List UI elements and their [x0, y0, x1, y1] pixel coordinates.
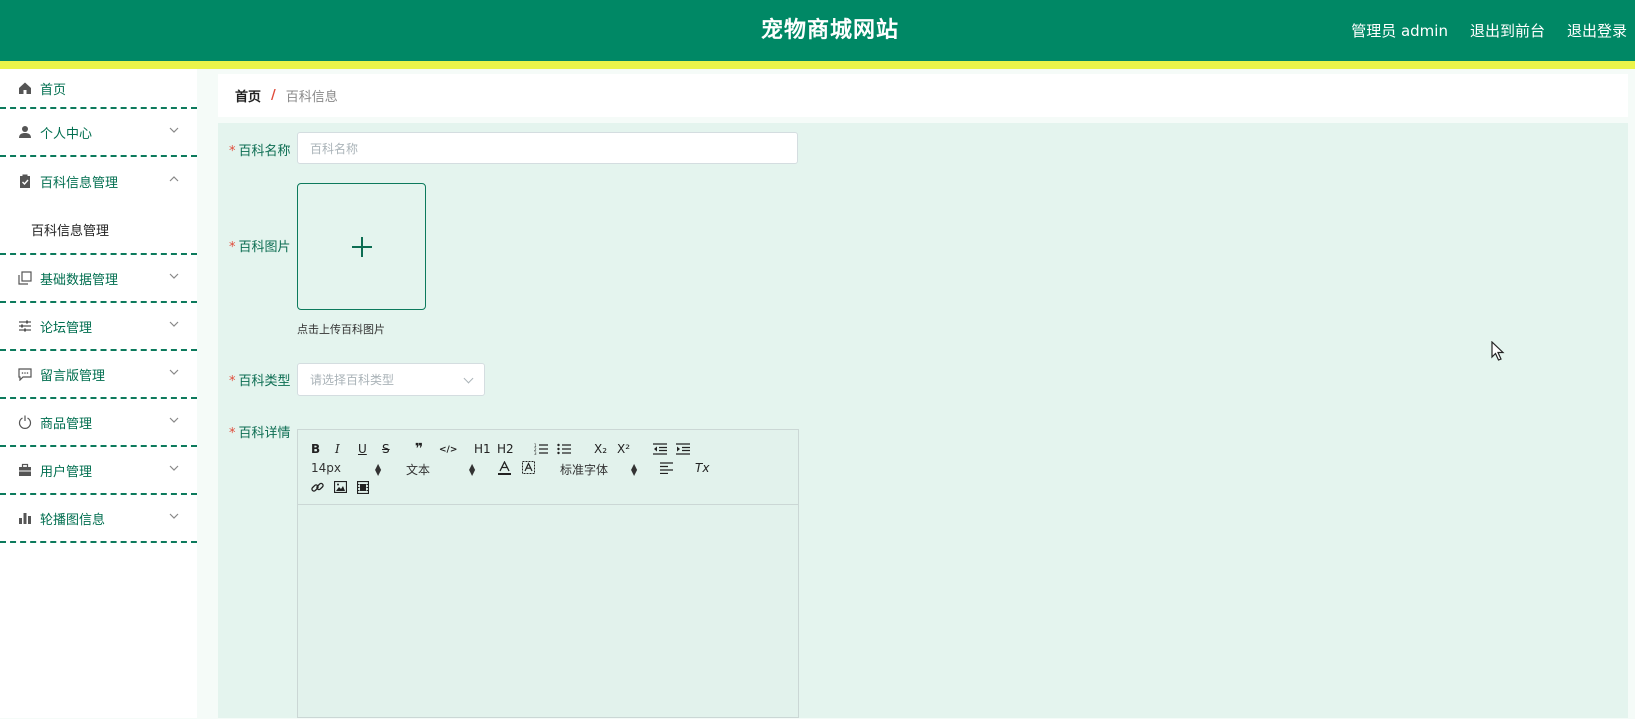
chevron-down-icon	[169, 367, 179, 380]
rich-text-editor: B I U S ❞ </> H1 H2 123 X₂ X² 14px ▲ ▼ 文…	[297, 429, 799, 718]
sidebar: 首页 个人中心 百科信息管理 百科信息管理 基础数据管理 论坛管理 留言版管理 …	[0, 69, 197, 718]
chevron-down-icon	[169, 319, 179, 332]
select-arrows-icon: ▲ ▼	[631, 462, 638, 477]
indent-icon[interactable]	[676, 443, 690, 458]
font-family-select[interactable]: 标准字体 ▲ ▼	[560, 461, 637, 478]
breadcrumb-separator: /	[271, 88, 276, 103]
sidebar-item-label: 个人中心	[40, 126, 93, 142]
italic-button[interactable]: I	[335, 442, 340, 456]
breadcrumb-home[interactable]: 首页	[235, 86, 261, 105]
select-arrows-icon: ▲ ▼	[375, 462, 382, 477]
link-icon[interactable]	[311, 481, 324, 497]
header-accent-stripe	[0, 61, 1635, 69]
image-upload-button[interactable]	[297, 183, 426, 310]
briefcase-icon	[18, 463, 32, 477]
strike-button[interactable]: S	[382, 442, 390, 456]
name-input[interactable]: 百科名称	[297, 132, 798, 164]
editor-content-area[interactable]	[298, 505, 798, 719]
required-mark: *	[229, 144, 236, 159]
sidebar-item-label: 首页	[40, 82, 67, 98]
sidebar-item-label: 基础数据管理	[40, 272, 119, 288]
sidebar-item-label: 留言版管理	[40, 368, 106, 384]
image-label: * 百科图片	[229, 240, 291, 255]
sidebar-subitem-encyclopedia-management[interactable]: 百科信息管理	[0, 205, 197, 255]
sliders-icon	[18, 319, 32, 333]
ordered-list-icon[interactable]: 123	[534, 443, 548, 458]
user-icon	[18, 125, 32, 139]
top-links: 管理员 admin 退出到前台 退出登录	[1351, 0, 1627, 61]
image-upload-hint: 点击上传百科图片	[297, 323, 385, 336]
exit-to-frontend-link[interactable]: 退出到前台	[1470, 20, 1545, 41]
header2-button[interactable]: H2	[497, 442, 514, 456]
sidebar-item-label: 轮播图信息	[40, 512, 106, 528]
bar-chart-icon	[18, 511, 32, 525]
required-mark: *	[229, 426, 236, 441]
sidebar-item-forum[interactable]: 论坛管理	[0, 303, 197, 351]
sidebar-item-products[interactable]: 商品管理	[0, 399, 197, 447]
subscript-button[interactable]: X₂	[594, 442, 607, 456]
chevron-down-icon	[169, 463, 179, 476]
sidebar-item-label: 商品管理	[40, 416, 93, 432]
copy-icon	[18, 271, 32, 285]
clear-format-button[interactable]: Tx	[695, 461, 709, 475]
sidebar-item-guestbook[interactable]: 留言版管理	[0, 351, 197, 399]
font-size-select[interactable]: 14px ▲ ▼	[311, 461, 381, 477]
encyclopedia-form: * 百科名称 百科名称 * 百科图片 点击上传百科图片 * 百科类型 请选择百科类型 …	[218, 123, 1628, 718]
logout-link[interactable]: 退出登录	[1567, 20, 1627, 41]
admin-user-link[interactable]: 管理员 admin	[1351, 20, 1448, 41]
plus-icon	[351, 236, 372, 257]
sidebar-item-home[interactable]: 首页	[0, 69, 197, 109]
code-block-button[interactable]: </>	[439, 443, 457, 457]
align-icon[interactable]	[660, 462, 673, 477]
home-icon	[18, 81, 32, 95]
chat-icon	[18, 367, 32, 381]
required-mark: *	[229, 240, 236, 255]
sidebar-item-carousel[interactable]: 轮播图信息	[0, 495, 197, 543]
outdent-icon[interactable]	[653, 443, 667, 458]
underline-button[interactable]: U	[358, 442, 367, 456]
breadcrumb-current: 百科信息	[285, 90, 338, 105]
sidebar-item-basic-data[interactable]: 基础数据管理	[0, 255, 197, 303]
name-label: * 百科名称	[229, 144, 291, 159]
chevron-down-icon	[169, 415, 179, 428]
blockquote-button[interactable]: ❞	[415, 442, 423, 456]
clipboard-icon	[18, 174, 32, 188]
sidebar-item-personal-center[interactable]: 个人中心	[0, 109, 197, 157]
image-icon[interactable]	[333, 480, 348, 496]
power-icon	[18, 415, 32, 429]
font-color-icon[interactable]	[498, 460, 511, 478]
background-color-icon[interactable]	[522, 461, 535, 478]
select-arrows-icon: ▲ ▼	[469, 462, 476, 477]
chevron-down-icon	[169, 511, 179, 524]
bold-button[interactable]: B	[311, 442, 320, 456]
type-label: * 百科类型	[229, 374, 291, 389]
superscript-button[interactable]: X²	[617, 442, 630, 456]
header-select[interactable]: 文本 ▲ ▼	[406, 461, 475, 478]
type-select[interactable]: 请选择百科类型	[297, 363, 485, 396]
svg-text:3: 3	[534, 451, 537, 455]
sidebar-item-label: 用户管理	[40, 464, 93, 480]
detail-label: * 百科详情	[229, 426, 291, 441]
chevron-up-icon	[169, 174, 179, 187]
editor-toolbar: B I U S ❞ </> H1 H2 123 X₂ X² 14px ▲ ▼ 文…	[298, 430, 798, 505]
sidebar-item-label: 百科信息管理	[40, 175, 119, 191]
video-icon[interactable]	[356, 480, 370, 497]
sidebar-item-label: 论坛管理	[40, 320, 93, 336]
sidebar-item-users[interactable]: 用户管理	[0, 447, 197, 495]
top-bar: 宠物商城网站 管理员 admin 退出到前台 退出登录	[0, 0, 1635, 69]
chevron-down-icon	[169, 271, 179, 284]
header1-button[interactable]: H1	[474, 442, 491, 456]
chevron-down-icon	[463, 373, 474, 383]
main-content: 首页 / 百科信息 * 百科名称 百科名称 * 百科图片 点击上传百科图片 * 百科类…	[213, 69, 1635, 718]
chevron-down-icon	[169, 125, 179, 138]
bullet-list-icon[interactable]	[557, 443, 571, 458]
mouse-cursor-icon	[1491, 340, 1505, 365]
required-mark: *	[229, 374, 236, 389]
breadcrumb: 首页 / 百科信息	[218, 74, 1628, 117]
sidebar-item-encyclopedia-management[interactable]: 百科信息管理	[0, 157, 197, 205]
